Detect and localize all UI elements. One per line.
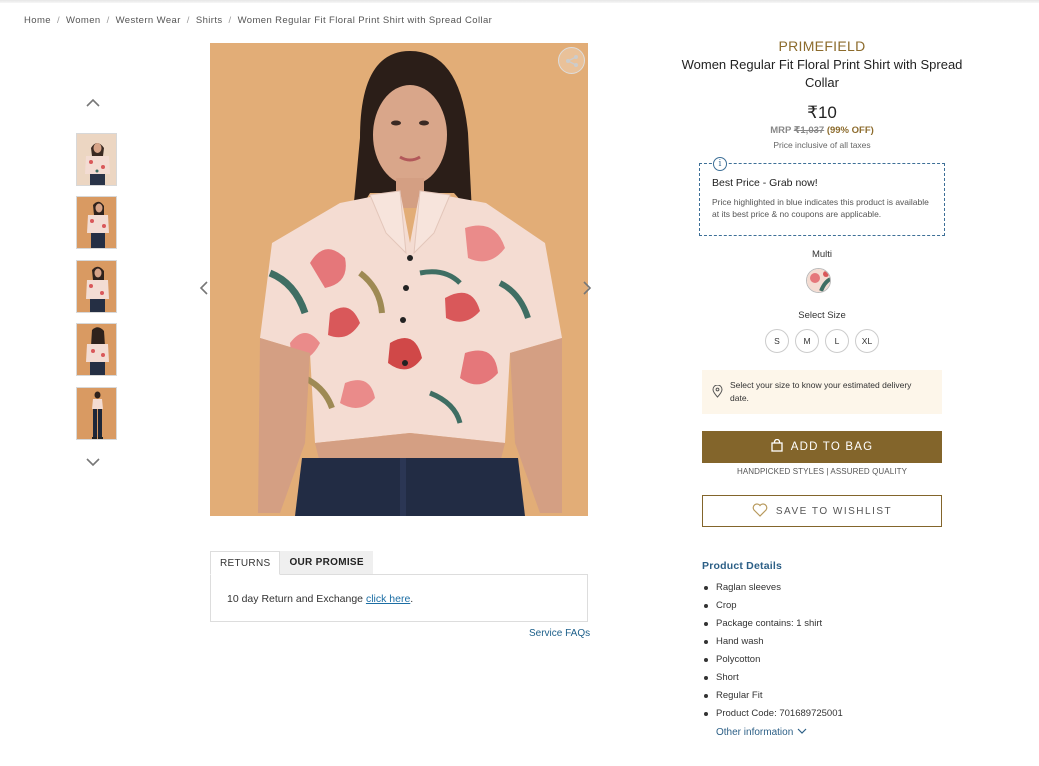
top-divider bbox=[0, 0, 1039, 3]
chevron-down-icon bbox=[797, 727, 807, 738]
info-icon: i bbox=[713, 157, 727, 171]
product-details-list: Raglan sleeves Crop Package contains: 1 … bbox=[702, 580, 843, 724]
list-item: Short bbox=[702, 670, 843, 688]
list-item: Crop bbox=[702, 598, 843, 616]
breadcrumb-separator: / bbox=[106, 15, 110, 26]
product-details-title: Product Details bbox=[702, 560, 783, 572]
other-information-label: Other information bbox=[716, 727, 794, 738]
thumbnail-2[interactable] bbox=[76, 196, 117, 249]
shopping-bag-icon bbox=[771, 438, 783, 455]
info-tabs: RETURNS OUR PROMISE bbox=[210, 551, 373, 575]
breadcrumb: Home / Women / Western Wear / Shirts / W… bbox=[24, 15, 492, 26]
delivery-note: Select your size to know your estimated … bbox=[702, 370, 942, 414]
list-item: Product Code: 701689725001 bbox=[702, 706, 843, 724]
breadcrumb-separator: / bbox=[228, 15, 232, 26]
product-title: Women Regular Fit Floral Print Shirt wit… bbox=[681, 57, 963, 90]
save-to-wishlist-button[interactable]: SAVE TO WISHLIST bbox=[702, 495, 942, 527]
handpicked-note: HANDPICKED STYLES | ASSURED QUALITY bbox=[736, 467, 908, 476]
tab-returns[interactable]: RETURNS bbox=[210, 551, 281, 575]
size-option-m[interactable]: M bbox=[795, 329, 819, 353]
chevron-up-icon[interactable] bbox=[84, 96, 102, 110]
size-option-l[interactable]: L bbox=[825, 329, 849, 353]
thumbnail-1[interactable] bbox=[76, 133, 117, 186]
size-options: S M L XL bbox=[765, 329, 879, 353]
discount-badge: (99% OFF) bbox=[826, 125, 874, 136]
color-label: Multi bbox=[811, 249, 833, 260]
breadcrumb-shirts[interactable]: Shirts bbox=[196, 15, 223, 26]
chevron-left-icon[interactable] bbox=[198, 279, 210, 297]
thumbnail-5[interactable] bbox=[76, 387, 117, 440]
other-information-link[interactable]: Other information bbox=[716, 727, 807, 738]
best-price-box: i Best Price - Grab now! Price highlight… bbox=[699, 157, 945, 236]
best-price-description: Price highlighted in blue indicates this… bbox=[712, 197, 929, 219]
list-item: Raglan sleeves bbox=[702, 580, 843, 598]
tax-note: Price inclusive of all taxes bbox=[773, 140, 871, 150]
mrp-line: MRP ₹1,037 (99% OFF) bbox=[676, 125, 968, 136]
breadcrumb-women[interactable]: Women bbox=[66, 15, 101, 26]
returns-suffix: . bbox=[410, 593, 414, 605]
delivery-text: Select your size to know your estimated … bbox=[730, 380, 912, 403]
list-item: Polycotton bbox=[702, 652, 843, 670]
size-option-xl[interactable]: XL bbox=[855, 329, 879, 353]
breadcrumb-current-product[interactable]: Women Regular Fit Floral Print Shirt wit… bbox=[238, 15, 493, 26]
best-price-title: Best Price - Grab now! bbox=[712, 177, 818, 189]
price: ₹10 bbox=[807, 103, 837, 122]
breadcrumb-home[interactable]: Home bbox=[24, 15, 51, 26]
brand-name[interactable]: PRIMEFIELD bbox=[676, 38, 968, 54]
size-label: Select Size bbox=[798, 310, 846, 321]
color-swatch-multi[interactable] bbox=[806, 268, 831, 293]
heart-icon bbox=[752, 502, 768, 520]
tab-our-promise[interactable]: OUR PROMISE bbox=[280, 551, 373, 575]
returns-text: 10 day Return and Exchange bbox=[227, 593, 366, 605]
service-faqs-link[interactable]: Service FAQs bbox=[529, 628, 590, 639]
main-product-image[interactable] bbox=[210, 43, 588, 516]
chevron-down-icon[interactable] bbox=[84, 455, 102, 469]
location-pin-icon bbox=[712, 384, 723, 398]
chevron-right-icon[interactable] bbox=[581, 279, 593, 297]
breadcrumb-separator: / bbox=[186, 15, 190, 26]
size-option-s[interactable]: S bbox=[765, 329, 789, 353]
list-item: Regular Fit bbox=[702, 688, 843, 706]
wishlist-label: SAVE TO WISHLIST bbox=[775, 505, 893, 517]
list-item: Package contains: 1 shirt bbox=[702, 616, 843, 634]
list-item: Hand wash bbox=[702, 634, 843, 652]
thumbnail-3[interactable] bbox=[76, 260, 117, 313]
returns-click-here-link[interactable]: click here bbox=[366, 593, 410, 605]
add-to-bag-label: ADD TO BAG bbox=[790, 441, 874, 453]
breadcrumb-western-wear[interactable]: Western Wear bbox=[116, 15, 181, 26]
add-to-bag-button[interactable]: ADD TO BAG bbox=[702, 431, 942, 463]
mrp-label: MRP bbox=[770, 125, 792, 136]
returns-panel: 10 day Return and Exchange click here. bbox=[210, 574, 588, 622]
thumbnail-4[interactable] bbox=[76, 323, 117, 376]
breadcrumb-separator: / bbox=[56, 15, 60, 26]
share-icon[interactable] bbox=[558, 47, 585, 74]
mrp-value: ₹1,037 bbox=[793, 125, 825, 136]
